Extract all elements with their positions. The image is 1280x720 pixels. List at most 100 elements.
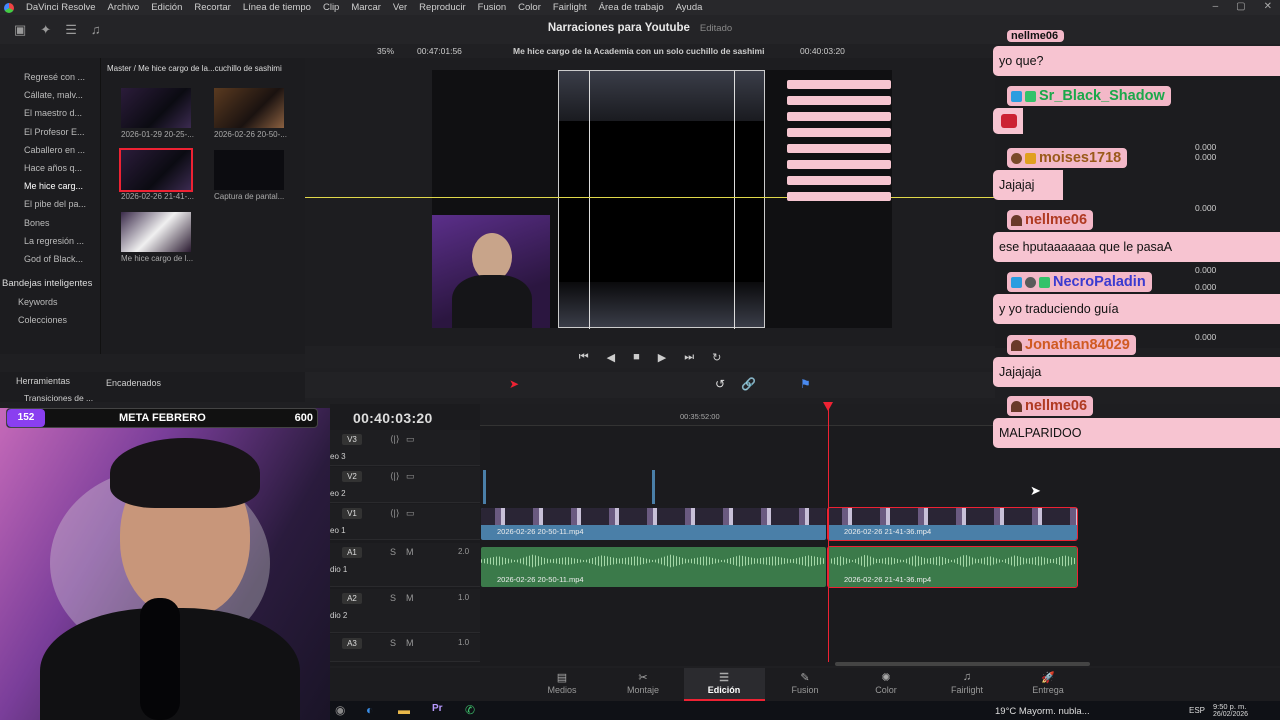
menu-edicion[interactable]: Edición (151, 2, 182, 13)
media-thumb[interactable] (121, 212, 191, 252)
menu-ver[interactable]: Ver (393, 2, 407, 13)
skip-start-icon[interactable]: ⏮ (579, 351, 589, 364)
track-id[interactable]: V3 (342, 434, 362, 445)
snap-icon[interactable]: ↺ (715, 377, 725, 391)
menu-archivo[interactable]: Archivo (108, 2, 140, 13)
mute-icon[interactable]: M (406, 638, 414, 648)
media-thumb[interactable] (214, 88, 284, 128)
monitor-icon[interactable]: ▭ (406, 471, 415, 482)
chat-text: yo que? (999, 54, 1044, 68)
menu-area-de-trabajo[interactable]: Área de trabajo (599, 2, 664, 13)
track-id[interactable]: V2 (342, 471, 362, 482)
mute-icon[interactable]: M (406, 547, 414, 557)
vertical-crop-frame[interactable] (558, 70, 765, 329)
track-id[interactable]: A3 (342, 638, 362, 649)
selection-tool-icon[interactable]: ➤ (509, 377, 519, 391)
bin-item[interactable]: Cállate, malv... (0, 86, 100, 104)
track-id[interactable]: A1 (342, 547, 362, 558)
smart-bin-collections[interactable]: Colecciones (0, 311, 100, 329)
transitions-item[interactable]: Transiciones de ... (24, 393, 93, 403)
bin-item[interactable]: El pibe del pa... (0, 195, 100, 213)
close-icon[interactable]: ✕ (1264, 1, 1272, 12)
menu-ayuda[interactable]: Ayuda (676, 2, 703, 13)
bin-item[interactable]: Regresé con ... (0, 68, 100, 86)
media-thumb-selected[interactable] (119, 148, 193, 192)
bin-item[interactable]: Caballero en ... (0, 141, 100, 159)
window-controls: – ▢ ✕ (1213, 1, 1272, 12)
bin-item[interactable]: El Profesor E... (0, 123, 100, 141)
clock-time[interactable]: 9:50 p. m. (1213, 702, 1246, 711)
bin-item[interactable]: El maestro d... (0, 104, 100, 122)
monitor-icon[interactable]: ▭ (406, 434, 415, 445)
tools-title[interactable]: Herramientas (16, 376, 70, 386)
link-track-icon[interactable]: ⟨|⟩ (390, 434, 399, 445)
bin-item[interactable]: La regresión ... (0, 232, 100, 250)
weather-widget[interactable]: 19°C Mayorm. nubla... (995, 706, 1090, 717)
menu-fusion[interactable]: Fusion (478, 2, 507, 13)
page-color[interactable]: ✺ Color (846, 668, 927, 701)
page-fairlight[interactable]: ♫ Fairlight (927, 668, 1008, 701)
media-thumb[interactable] (121, 88, 191, 128)
stop-icon[interactable]: ■ (633, 351, 640, 363)
input-language[interactable]: ESP (1189, 706, 1205, 715)
loop-icon[interactable]: ↻ (712, 351, 721, 364)
menu-clip[interactable]: Clip (323, 2, 339, 13)
video-clip-selected[interactable]: 2026-02-26 21-41-36.mp4 (827, 507, 1078, 541)
menu-color[interactable]: Color (518, 2, 541, 13)
smart-bin-keywords[interactable]: Keywords (0, 293, 100, 311)
media-icon: ▤ (556, 672, 568, 684)
page-medios[interactable]: ▤ Medios (522, 668, 603, 701)
fairlight-icon: ♫ (962, 671, 972, 683)
menu-linea-de-tiempo[interactable]: Línea de tiempo (243, 2, 311, 13)
link-icon[interactable]: 🔗 (741, 377, 756, 391)
whatsapp-icon[interactable]: ✆ (465, 703, 475, 717)
link-track-icon[interactable]: ⟨|⟩ (390, 508, 399, 519)
viewer-clip-title[interactable]: Me hice cargo de la Academia con un solo… (513, 46, 764, 56)
bin-item[interactable]: Bones (0, 214, 100, 232)
monitor-icon[interactable]: ▭ (406, 508, 415, 519)
small-clip-v2[interactable] (483, 470, 486, 504)
chat-username: Sr_Black_Shadow (1007, 86, 1171, 106)
menu-reproducir[interactable]: Reproducir (419, 2, 465, 13)
solo-icon[interactable]: S (390, 593, 396, 603)
menu-fairlight[interactable]: Fairlight (553, 2, 587, 13)
menu-marcar[interactable]: Marcar (351, 2, 381, 13)
bin-item[interactable]: Hace años q... (0, 159, 100, 177)
track-id[interactable]: A2 (342, 593, 362, 604)
zoom-level[interactable]: 35% (377, 46, 394, 56)
flag-icon[interactable]: ⚑ (800, 377, 811, 391)
audio-clip-selected[interactable]: 2026-02-26 21-41-36.mp4 (827, 546, 1078, 588)
bin-item-selected[interactable]: Me hice carg... (0, 177, 100, 195)
track-id[interactable]: V1 (342, 508, 362, 519)
play-icon[interactable]: ▶ (658, 351, 666, 364)
folder-icon[interactable]: ▬ (398, 703, 410, 717)
video-clip[interactable]: 2026-02-26 20-50-11.mp4 (481, 508, 826, 540)
media-thumb[interactable] (214, 150, 284, 190)
bin-item[interactable]: God of Black... (0, 250, 100, 268)
small-clip-v2[interactable] (652, 470, 655, 504)
clock-date[interactable]: 26/02/2026 (1213, 711, 1248, 718)
timeline-scrollbar[interactable] (835, 662, 1090, 666)
page-montaje[interactable]: ✂ Montaje (603, 668, 684, 701)
badge-icon (1011, 90, 1022, 102)
solo-icon[interactable]: S (390, 638, 396, 648)
premiere-icon[interactable]: Pr (432, 703, 443, 714)
edge-icon[interactable]: ◐ (366, 703, 373, 717)
page-entrega[interactable]: 🚀 Entrega (1008, 668, 1089, 701)
resolve-taskbar-icon[interactable]: ◉ (335, 703, 345, 717)
mute-icon[interactable]: M (406, 593, 414, 603)
link-track-icon[interactable]: ⟨|⟩ (390, 471, 399, 482)
minimize-icon[interactable]: – (1213, 1, 1219, 12)
page-fusion[interactable]: ✎ Fusion (765, 668, 846, 701)
chained-section[interactable]: Encadenados (106, 378, 161, 388)
playhead[interactable] (828, 404, 829, 662)
skip-end-icon[interactable]: ⏭ (684, 351, 694, 364)
audio-clip[interactable]: 2026-02-26 20-50-11.mp4 (481, 547, 826, 587)
solo-icon[interactable]: S (390, 547, 396, 557)
menu-recortar[interactable]: Recortar (194, 2, 230, 13)
maximize-icon[interactable]: ▢ (1236, 1, 1245, 12)
page-edicion[interactable]: ☰ Edición (683, 668, 765, 701)
playhead-handle[interactable] (823, 402, 833, 411)
clip-name: 2026-02-26 20-50-11.mp4 (497, 527, 584, 536)
step-back-icon[interactable]: ◀ (607, 351, 615, 364)
